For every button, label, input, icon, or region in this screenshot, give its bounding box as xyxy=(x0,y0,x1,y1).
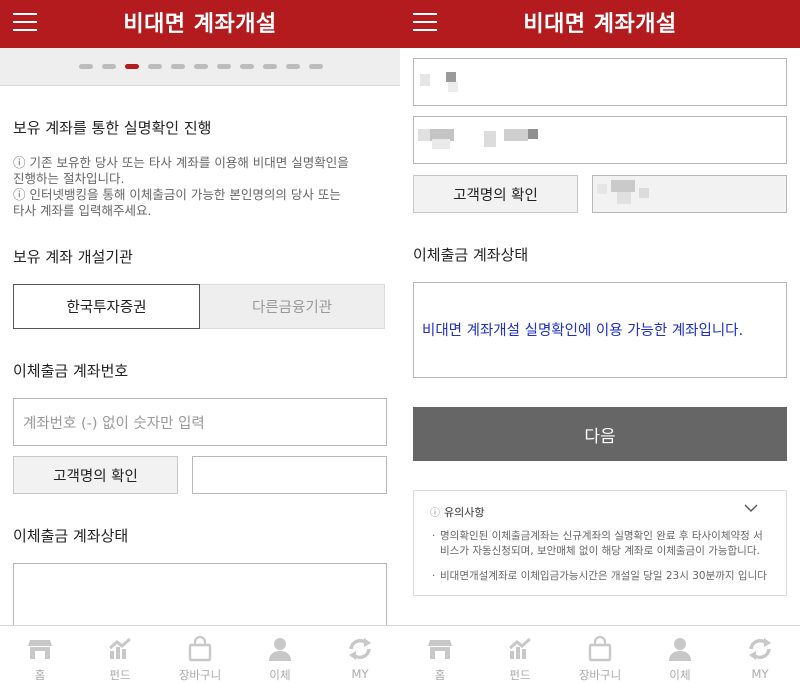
account-number-input-masked[interactable] xyxy=(413,58,787,106)
header-title: 비대면 계좌개설 xyxy=(523,12,677,37)
institution-option-other[interactable]: 다른금융기관 xyxy=(200,284,385,329)
tab-label: MY xyxy=(351,667,369,681)
account-status-title: 이체출금 계좌상태 xyxy=(413,246,529,264)
tab-my[interactable]: MY xyxy=(320,634,400,682)
tab-label: MY xyxy=(751,667,769,681)
screen-right: 비대면 계좌개설 고객명의 확인 이체출금 계좌상태 비대면 계좌개설 실명확인… xyxy=(400,0,800,684)
step-dot xyxy=(286,64,300,69)
header-title: 비대면 계좌개설 xyxy=(123,12,277,37)
step-dot xyxy=(171,64,185,69)
caution-item-text: 비대면개설계좌로 이체입금가능시간은 개설일 당일 23시 30분까지 입니다 xyxy=(440,570,767,582)
tab-label: 장바구니 xyxy=(578,668,622,682)
tab-home[interactable]: 홈 xyxy=(0,634,80,682)
verify-name-button[interactable]: 고객명의 확인 xyxy=(13,456,178,494)
step-dot xyxy=(79,64,93,69)
account-number-input[interactable]: 계좌번호 (-) 없이 숫자만 입력 xyxy=(13,398,387,446)
tab-label: 펀드 xyxy=(509,668,531,682)
institution-option-korea-investment[interactable]: 한국투자증권 xyxy=(13,284,200,329)
account-status-box: 비대면 계좌개설 실명확인에 이용 가능한 계좌입니다. xyxy=(413,282,787,378)
app-header: 비대면 계좌개설 xyxy=(400,0,800,48)
notice-line: 타사 계좌를 입력해주세요. xyxy=(13,203,152,218)
info-icon: ⓘ xyxy=(430,508,440,519)
account-status-message: 비대면 계좌개설 실명확인에 이용 가능한 계좌입니다. xyxy=(422,323,744,339)
tab-home[interactable]: 홈 xyxy=(400,634,480,682)
caution-item: · 비대면개설계좌로 이체입금가능시간은 개설일 당일 23시 30분까지 입니… xyxy=(432,569,772,584)
step-dot xyxy=(194,64,208,69)
verify-name-button[interactable]: 고객명의 확인 xyxy=(413,175,578,213)
own-account-notice: ⓘ 기존 보유한 당사 또는 타사 계좌를 이용해 비대면 실명확인을 진행하는… xyxy=(13,155,373,219)
step-dot xyxy=(309,64,323,69)
tab-cart[interactable]: 장바구니 xyxy=(160,634,240,682)
tab-cart[interactable]: 장바구니 xyxy=(560,634,640,682)
caution-bullet: · xyxy=(432,530,436,542)
account-holder-input-masked[interactable] xyxy=(413,116,787,164)
chevron-down-icon[interactable] xyxy=(744,501,758,515)
step-progress xyxy=(0,48,400,86)
notice-line: ⓘ 기존 보유한 당사 또는 타사 계좌를 이용해 비대면 실명확인을 xyxy=(13,155,349,170)
account-holder-field xyxy=(192,456,387,494)
screen-left: 비대면 계좌개설 보유 계좌를 통한 실명확인 진행 ⓘ 기존 보유한 당사 또… xyxy=(0,0,400,684)
caution-bullet: · xyxy=(432,570,436,582)
next-button[interactable]: 다음 xyxy=(413,407,787,461)
step-dot xyxy=(240,64,254,69)
tab-my[interactable]: MY xyxy=(720,634,800,682)
caution-title: 유의사항 xyxy=(444,506,485,519)
step-dot xyxy=(125,64,139,69)
tab-label: 홈 xyxy=(434,668,446,682)
account-holder-field xyxy=(592,175,787,213)
step-dot xyxy=(148,64,162,69)
step-dot xyxy=(263,64,277,69)
account-status-title: 이체출금 계좌상태 xyxy=(13,527,129,545)
caution-item: · 명의확인된 이체출금계좌는 신규계좌의 실명확인 완료 후 타사이체약정 서… xyxy=(432,529,772,559)
tab-transfer[interactable]: 이체 xyxy=(640,634,720,682)
tab-fund[interactable]: 펀드 xyxy=(80,634,160,682)
notice-line: ⓘ 인터넷뱅킹을 통해 이체출금이 가능한 본인명의의 당사 또는 xyxy=(13,187,341,202)
tab-label: 홈 xyxy=(34,668,46,682)
tab-label: 이체 xyxy=(669,668,691,682)
caution-item-text: 명의확인된 이체출금계좌는 신규계좌의 실명확인 완료 후 타사이체약정 서비스… xyxy=(440,530,763,557)
tab-label: 펀드 xyxy=(109,668,131,682)
tab-label: 이체 xyxy=(269,668,291,682)
own-account-title: 보유 계좌를 통한 실명확인 진행 xyxy=(13,119,212,137)
tab-label: 장바구니 xyxy=(178,668,222,682)
step-dot xyxy=(217,64,231,69)
bottom-tab-bar: 홈 펀드 장바구니 이체 MY xyxy=(0,625,400,684)
step-dot xyxy=(102,64,116,69)
app-header: 비대면 계좌개설 xyxy=(0,0,400,48)
tab-fund[interactable]: 펀드 xyxy=(480,634,560,682)
caution-panel[interactable]: ⓘ 유의사항 · 명의확인된 이체출금계좌는 신규계좌의 실명확인 완료 후 타… xyxy=(413,490,787,596)
notice-line: 진행하는 절차입니다. xyxy=(13,171,125,186)
account-number-title: 이체출금 계좌번호 xyxy=(13,362,129,380)
institution-title: 보유 계좌 개설기관 xyxy=(13,248,133,266)
bottom-tab-bar: 홈 펀드 장바구니 이체 MY xyxy=(400,625,800,684)
tab-transfer[interactable]: 이체 xyxy=(240,634,320,682)
